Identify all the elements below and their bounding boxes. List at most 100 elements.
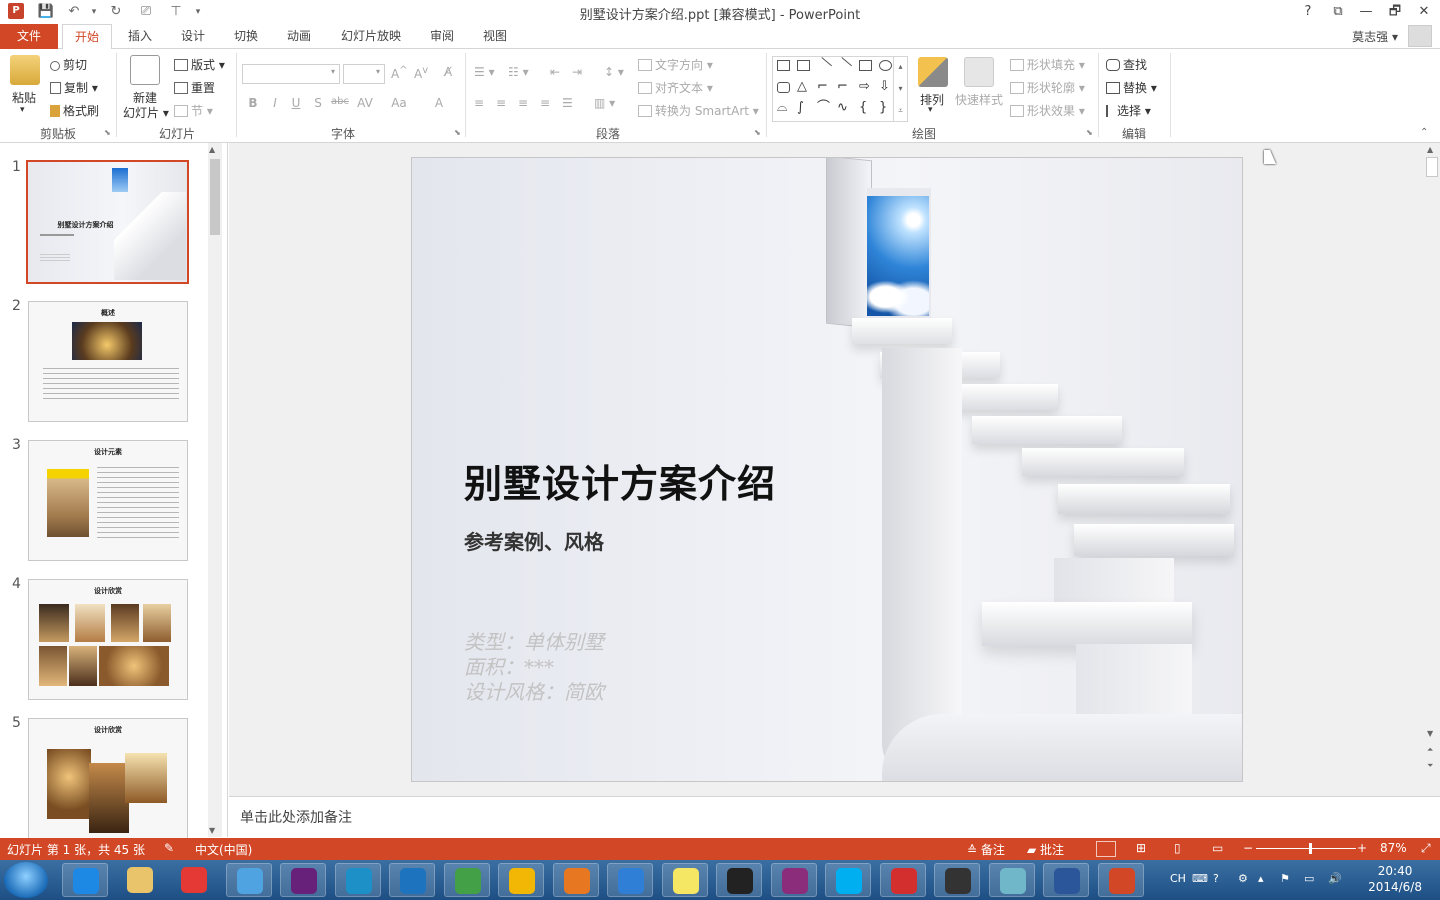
font-color-icon[interactable]: A: [430, 96, 448, 110]
bullets-icon[interactable]: ☰ ▾: [474, 65, 495, 79]
select-button[interactable]: 选择 ▾: [1106, 102, 1151, 119]
tab-insert[interactable]: 插入: [116, 24, 164, 49]
new-slide-icon[interactable]: [130, 55, 160, 85]
taskbar-visual-studio-button[interactable]: [280, 863, 326, 897]
tab-animations[interactable]: 动画: [275, 24, 323, 49]
paragraph-launcher-icon[interactable]: ⬊: [754, 128, 761, 137]
thumbnails-scrollbar[interactable]: ▲ ▼: [208, 143, 222, 837]
drawing-launcher-icon[interactable]: ⬊: [1086, 128, 1093, 137]
distributed-icon[interactable]: ☰: [562, 96, 573, 110]
flag-icon[interactable]: ⚑: [1280, 872, 1290, 885]
freeform-shape-icon[interactable]: ⌓: [777, 101, 790, 114]
scroll-down-icon[interactable]: ▼: [209, 826, 215, 835]
oval-shape-icon[interactable]: [879, 60, 892, 71]
thumbnail-slide-4[interactable]: 设计欣赏: [28, 579, 188, 700]
shadow-icon[interactable]: S: [309, 96, 327, 110]
tab-slideshow[interactable]: 幻灯片放映: [329, 24, 413, 49]
columns-icon[interactable]: ▥ ▾: [594, 96, 615, 110]
reset-button[interactable]: 重置: [174, 79, 215, 96]
taskbar-sphere-app-button[interactable]: [498, 863, 544, 897]
justify-icon[interactable]: ≡: [540, 96, 550, 110]
taskbar-sogou-button[interactable]: [389, 863, 435, 897]
slideshow-view-icon[interactable]: ▭: [1212, 841, 1223, 855]
tab-design[interactable]: 设计: [169, 24, 217, 49]
left-brace-icon[interactable]: {: [859, 101, 872, 114]
spell-check-icon[interactable]: ✎: [164, 841, 174, 855]
taskbar-camera-app-button[interactable]: [934, 863, 980, 897]
current-slide[interactable]: 别墅设计方案介绍 参考案例、风格 类型：单体别墅 面积：*** 设计风格：简欧: [411, 157, 1243, 782]
scroll-down-icon[interactable]: ▼: [1427, 729, 1433, 738]
elbow-arrow-icon[interactable]: ⌐: [837, 80, 850, 93]
curved-connector-icon[interactable]: ⌒: [817, 101, 830, 114]
vertical-textbox-shape-icon[interactable]: [797, 60, 810, 71]
font-launcher-icon[interactable]: ⬊: [454, 128, 461, 137]
decrease-indent-icon[interactable]: ⇤: [550, 65, 560, 79]
taskbar-baidu-cloud-button[interactable]: [607, 863, 653, 897]
layout-button[interactable]: 版式 ▾: [174, 56, 225, 73]
tab-file[interactable]: 文件: [0, 24, 58, 49]
scrollbar-thumb[interactable]: [210, 159, 220, 235]
clipboard-launcher-icon[interactable]: ⬊: [104, 128, 111, 137]
cut-button[interactable]: 剪切: [50, 56, 87, 73]
format-painter-button[interactable]: 格式刷: [50, 102, 99, 119]
curve-shape-icon[interactable]: ∿: [837, 101, 850, 114]
underline-icon[interactable]: U: [287, 96, 305, 110]
strikethrough-icon[interactable]: abc: [331, 96, 349, 107]
down-arrow-shape-icon[interactable]: ⇩: [879, 80, 892, 93]
volume-icon[interactable]: 🔊: [1328, 872, 1342, 885]
slide-sorter-view-icon[interactable]: ⊞: [1136, 841, 1146, 855]
previous-slide-icon[interactable]: ⏶: [1427, 745, 1433, 755]
restore-icon[interactable]: 🗗: [1381, 2, 1409, 22]
right-brace-icon[interactable]: }: [879, 101, 892, 114]
paste-button[interactable]: 粘贴: [12, 89, 36, 106]
align-text-button[interactable]: 对齐文本 ▾: [638, 79, 713, 96]
clear-formatting-icon[interactable]: A̸: [444, 65, 452, 79]
arrange-dropdown-icon[interactable]: ▾: [928, 105, 933, 115]
windows-start-icon[interactable]: [4, 862, 48, 898]
bold-icon[interactable]: B: [244, 96, 262, 110]
shape-effects-button[interactable]: 形状效果 ▾: [1010, 102, 1085, 119]
thumbnail-slide-5[interactable]: 设计欣赏: [28, 718, 188, 839]
taskbar-sticky-notes-button[interactable]: [661, 863, 708, 897]
paste-dropdown-icon[interactable]: ▾: [20, 105, 25, 115]
numbering-icon[interactable]: ☷ ▾: [508, 65, 529, 79]
collapse-ribbon-icon[interactable]: ⌃: [1420, 127, 1428, 138]
comments-toggle-button[interactable]: ▰ 批注: [1027, 841, 1064, 858]
scribble-shape-icon[interactable]: ∫: [797, 101, 810, 114]
slide-scrollbar[interactable]: ▲ ▼ ⏶ ⏷: [1425, 143, 1440, 796]
taskbar-chrome-button[interactable]: [171, 863, 217, 897]
taskbar-ie-button[interactable]: [62, 863, 108, 897]
font-name-input[interactable]: ▾: [242, 64, 340, 84]
decrease-font-icon[interactable]: Av: [414, 65, 428, 81]
shapes-gallery[interactable]: △ ⌐ ⌐ ⇨ ⇩ ⌓ ∫ ⌒ ∿ { }: [772, 56, 908, 122]
user-name[interactable]: 莫志强 ▾: [1352, 28, 1398, 45]
thumbnail-slide-1[interactable]: 别墅设计方案介绍: [26, 160, 189, 284]
replace-button[interactable]: 替换 ▾: [1106, 79, 1157, 96]
zoom-level[interactable]: 87%: [1380, 841, 1407, 855]
help-tray-icon[interactable]: ?: [1213, 872, 1219, 885]
tab-view[interactable]: 视图: [471, 24, 519, 49]
taskbar-explorer-button[interactable]: [117, 863, 163, 897]
right-arrow-shape-icon[interactable]: ⇨: [859, 80, 872, 93]
font-size-input[interactable]: ▾: [343, 64, 385, 84]
convert-smartart-button[interactable]: 转换为 SmartArt ▾: [638, 102, 759, 119]
input-language[interactable]: CH: [1170, 872, 1186, 885]
quick-styles-icon[interactable]: [964, 57, 994, 87]
show-hidden-icons[interactable]: ▴: [1258, 872, 1264, 885]
textbox-shape-icon[interactable]: [777, 60, 790, 71]
reading-view-icon[interactable]: ▯: [1174, 841, 1181, 855]
network-icon[interactable]: ▭: [1304, 872, 1314, 885]
close-icon[interactable]: ✕: [1410, 2, 1438, 22]
zoom-slider[interactable]: [1256, 843, 1356, 854]
ribbon-display-options-icon[interactable]: ⧉: [1324, 2, 1352, 22]
shapes-gallery-scroll[interactable]: ▴ ▾ ⩡: [893, 56, 907, 122]
thumbnail-slide-2[interactable]: 概述: [28, 301, 188, 422]
slide-title[interactable]: 别墅设计方案介绍: [464, 453, 776, 508]
slide-subtitle[interactable]: 参考案例、风格: [464, 526, 604, 555]
taskbar-acrobat-button[interactable]: [879, 863, 926, 897]
taskbar-notes-app-button[interactable]: [988, 863, 1035, 897]
ime-settings-icon[interactable]: ⚙: [1238, 872, 1248, 885]
italic-icon[interactable]: I: [266, 96, 284, 110]
tab-home[interactable]: 开始: [62, 24, 113, 50]
shape-fill-button[interactable]: 形状填充 ▾: [1010, 56, 1085, 73]
